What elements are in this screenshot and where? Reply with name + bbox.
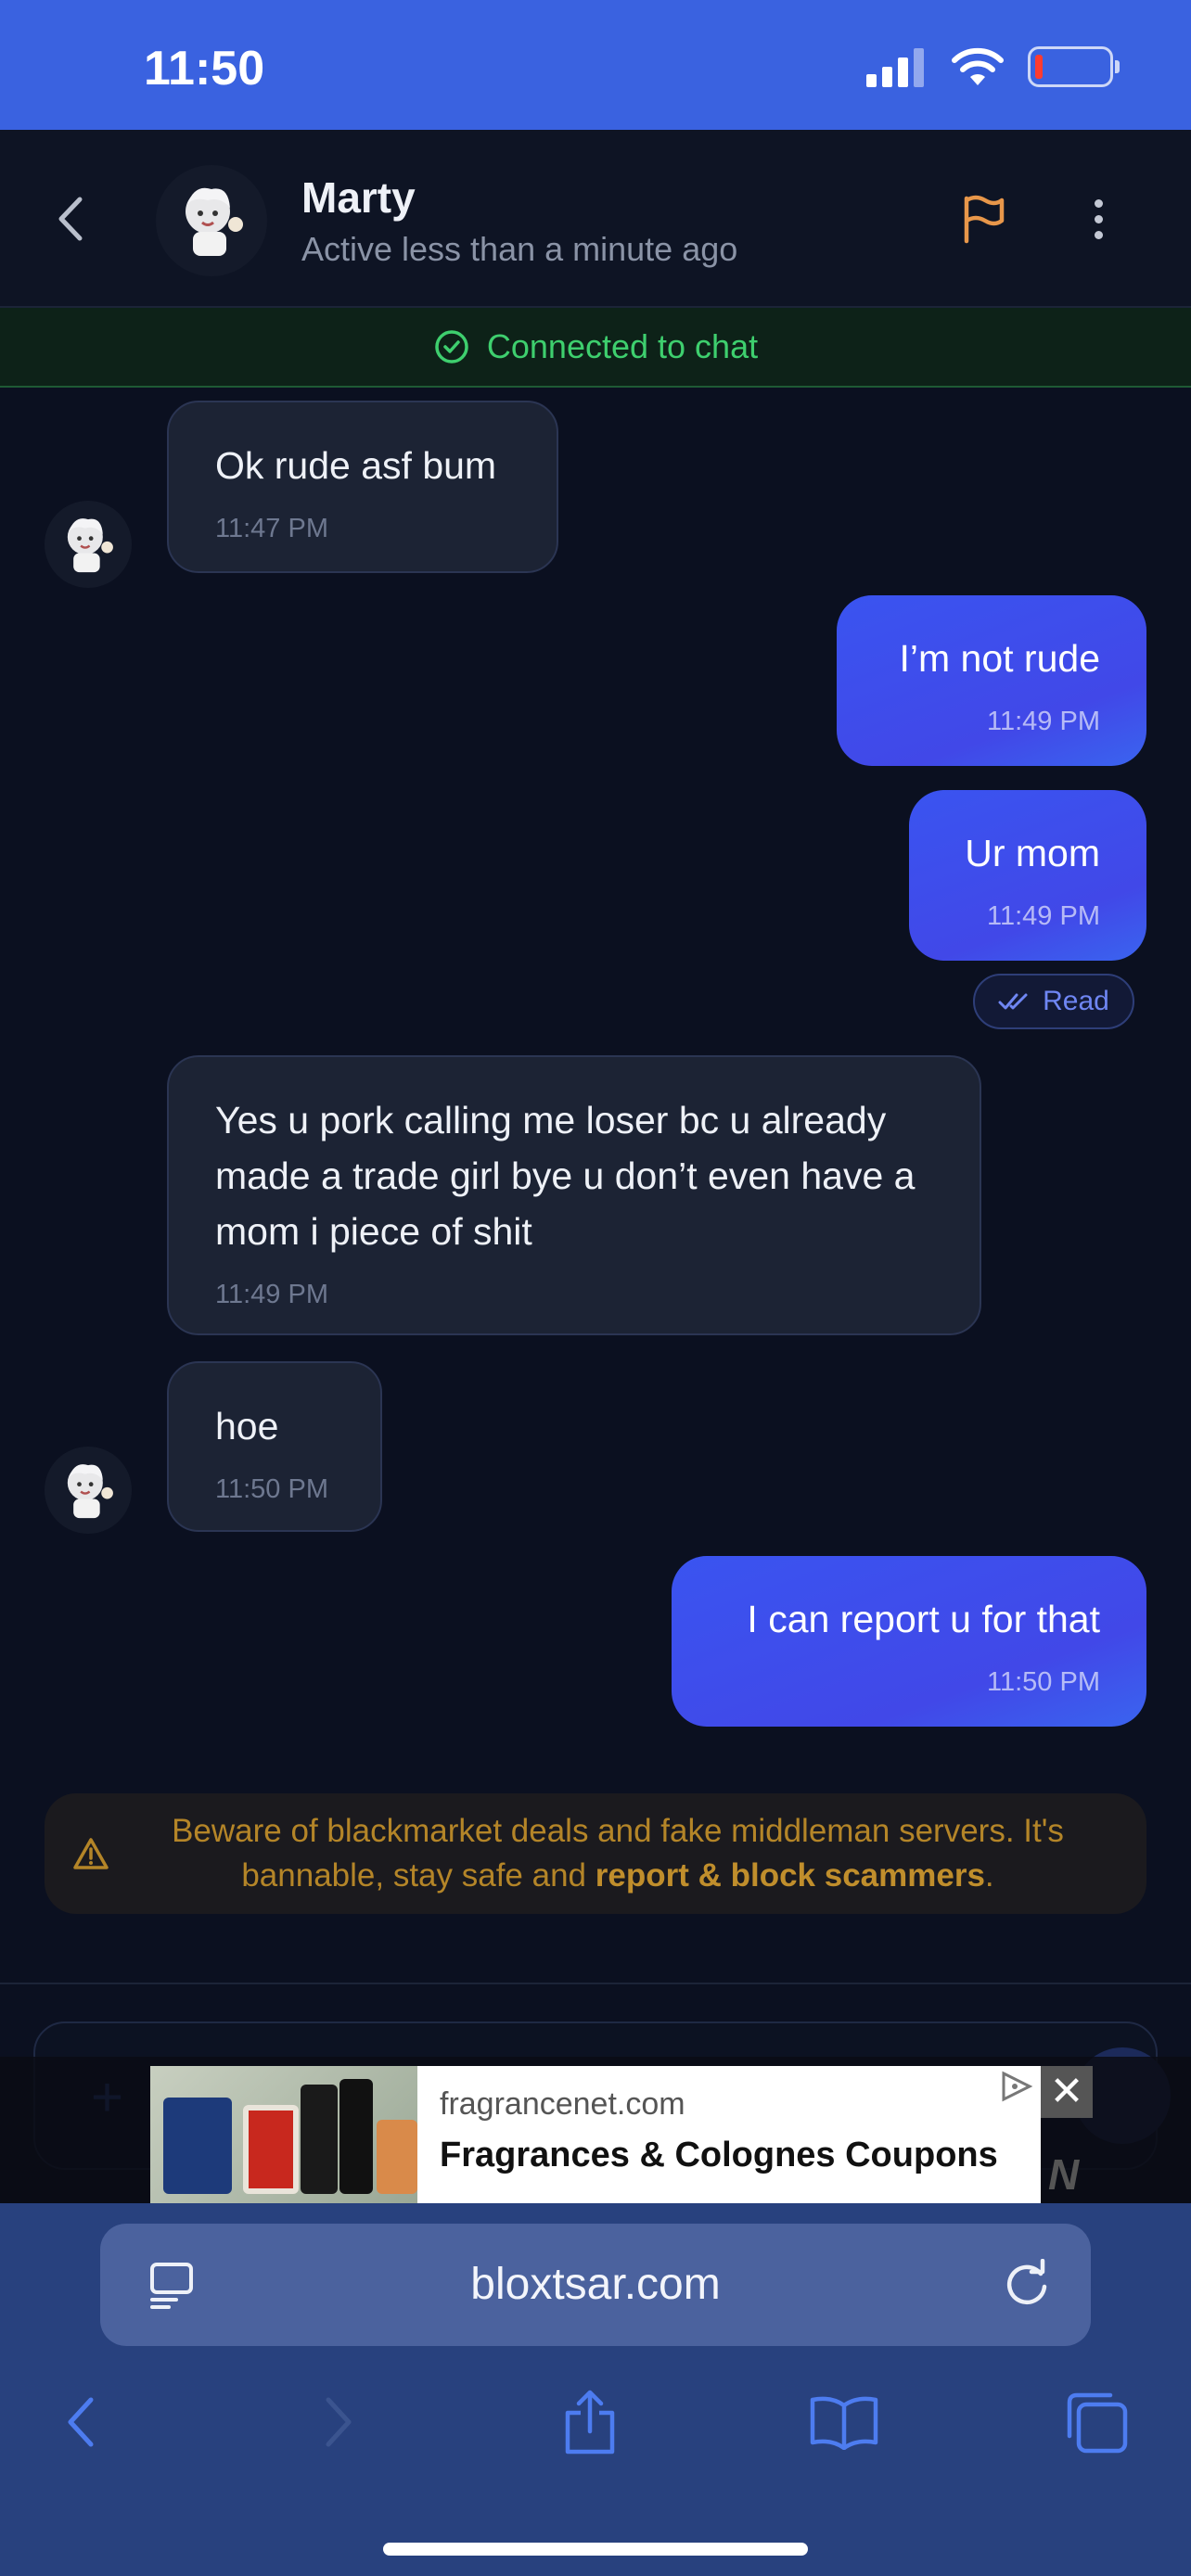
warning-text: Beware of blackmarket deals and fake mid… xyxy=(135,1809,1100,1898)
report-button[interactable] xyxy=(955,191,1011,247)
warning-triangle-icon xyxy=(73,1838,109,1869)
message-list[interactable]: Ok rude asf bum 11:47 PM I’m not rude 11… xyxy=(0,388,1191,1983)
avatar-character-icon xyxy=(186,187,243,256)
ad-domain: fragrancenet.com xyxy=(440,2086,685,2122)
message-text: Ok rude asf bum xyxy=(215,444,497,487)
contact-name: Marty xyxy=(301,173,416,222)
chevron-right-icon xyxy=(326,2397,352,2447)
message-text: Yes u pork calling me loser bc u already… xyxy=(215,1099,916,1253)
message-time: 11:49 PM xyxy=(987,901,1100,931)
check-circle-icon xyxy=(435,330,468,363)
scam-warning-banner: Beware of blackmarket deals and fake mid… xyxy=(45,1793,1146,1914)
avatar-character-icon xyxy=(67,518,113,573)
browser-nav-row xyxy=(0,2387,1191,2480)
chat-header: Marty Active less than a minute ago xyxy=(0,130,1191,308)
url-text: bloxtsar.com xyxy=(470,2260,721,2309)
tabs-icon xyxy=(1067,2392,1128,2454)
adchoices-icon[interactable] xyxy=(998,2070,1035,2103)
share-button[interactable] xyxy=(555,2387,625,2457)
more-options-button[interactable] xyxy=(1083,191,1113,247)
ad-network-logo: N xyxy=(1048,2150,1080,2199)
message-time: 11:49 PM xyxy=(215,1280,328,1309)
tabs-button[interactable] xyxy=(1061,2387,1132,2457)
chevron-left-icon xyxy=(58,197,83,241)
connected-text: Connected to chat xyxy=(486,327,759,365)
share-icon xyxy=(565,2390,615,2455)
status-icons xyxy=(866,46,1120,87)
sender-avatar[interactable] xyxy=(45,1447,132,1534)
message-bubble-incoming[interactable]: Yes u pork calling me loser bc u already… xyxy=(167,1055,981,1335)
ad-close-button[interactable]: ✕ xyxy=(1041,2066,1093,2118)
message-time: 11:47 PM xyxy=(215,514,328,543)
battery-icon xyxy=(1028,46,1120,87)
message-time: 11:50 PM xyxy=(215,1474,328,1504)
browser-back-button[interactable] xyxy=(45,2387,115,2457)
browser-forward-button[interactable] xyxy=(304,2387,375,2457)
message-bubble-incoming[interactable]: hoe 11:50 PM xyxy=(167,1361,382,1532)
message-time: 11:50 PM xyxy=(987,1667,1100,1697)
cellular-signal-icon xyxy=(866,48,924,87)
read-receipt-badge: Read xyxy=(973,974,1134,1029)
browser-toolbar: bloxtsar.com xyxy=(0,2203,1191,2576)
back-button[interactable] xyxy=(46,191,93,247)
dot-icon xyxy=(1094,230,1103,239)
warning-text-suffix: . xyxy=(984,1857,994,1894)
address-bar[interactable]: bloxtsar.com xyxy=(100,2224,1091,2346)
flag-icon xyxy=(964,195,1005,244)
bookmarks-button[interactable] xyxy=(809,2387,879,2457)
chevron-left-icon xyxy=(68,2397,94,2447)
message-time: 11:49 PM xyxy=(987,707,1100,736)
sender-avatar[interactable] xyxy=(45,501,132,588)
home-indicator xyxy=(383,2543,808,2556)
dot-icon xyxy=(1094,198,1103,208)
message-bubble-outgoing[interactable]: I can report u for that 11:50 PM xyxy=(672,1556,1146,1727)
message-bubble-incoming[interactable]: Ok rude asf bum 11:47 PM xyxy=(167,401,558,573)
ad-title: Fragrances & Colognes Coupons xyxy=(440,2136,998,2174)
message-text: Ur mom xyxy=(965,832,1100,874)
dot-icon xyxy=(1094,214,1103,223)
message-text: hoe xyxy=(215,1405,279,1447)
message-bubble-outgoing[interactable]: Ur mom 11:49 PM xyxy=(909,790,1146,961)
ad-card[interactable]: fragrancenet.com Fragrances & Colognes C… xyxy=(150,2066,1041,2203)
wifi-icon xyxy=(952,47,1004,85)
reload-icon[interactable] xyxy=(1002,2259,1052,2309)
contact-status: Active less than a minute ago xyxy=(301,230,738,268)
status-time: 11:50 xyxy=(144,42,265,96)
status-bar: 11:50 xyxy=(0,0,1191,130)
read-label: Read xyxy=(1043,986,1109,1016)
connected-banner: Connected to chat xyxy=(0,308,1191,388)
book-icon xyxy=(810,2396,878,2450)
message-text: I’m not rude xyxy=(899,637,1101,680)
message-bubble-outgoing[interactable]: I’m not rude 11:49 PM xyxy=(837,595,1146,766)
avatar-character-icon xyxy=(67,1464,113,1519)
ad-banner: fragrancenet.com Fragrances & Colognes C… xyxy=(0,2057,1191,2203)
double-check-icon xyxy=(998,993,1028,1010)
contact-avatar[interactable] xyxy=(156,165,267,276)
ad-text: fragrancenet.com Fragrances & Colognes C… xyxy=(417,2066,1041,2203)
message-text: I can report u for that xyxy=(747,1598,1100,1640)
ad-product-image xyxy=(150,2066,417,2203)
report-block-link[interactable]: report & block scammers xyxy=(596,1857,985,1894)
